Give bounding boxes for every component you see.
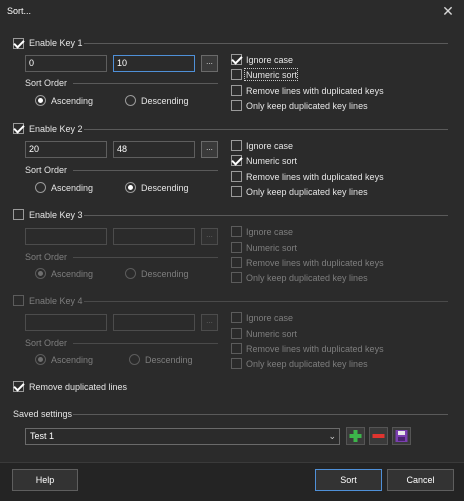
key1-start-field[interactable]: 0 [25,55,107,72]
key4-remove-dup-keys-checkbox[interactable] [231,343,242,354]
minus-icon [372,434,385,438]
key1-remove-dup-keys-label: Remove lines with duplicated keys [246,86,384,96]
key2-end-field[interactable]: 48 [113,141,195,158]
key1-only-dup-keys-label: Only keep duplicated key lines [246,101,368,111]
key3-browse-button[interactable]: ... [201,228,218,245]
key4-numeric-sort-checkbox[interactable] [231,328,242,339]
key4-sort-order-label: Sort Order [25,338,68,348]
key1-ascending-label: Ascending [51,96,94,106]
help-button[interactable]: Help [12,469,78,491]
key2-only-dup-keys-checkbox[interactable] [231,186,242,197]
key3-only-dup-keys-label: Only keep duplicated key lines [246,273,368,283]
enable-key1-label: Enable Key 1 [29,38,83,48]
enable-key1-checkbox[interactable] [13,38,24,49]
key2-sort-order-divider [73,170,218,171]
key1-ignore-case-label: Ignore case [246,55,294,65]
key1-end-field[interactable]: 10 [113,55,195,72]
key3-remove-dup-keys-checkbox[interactable] [231,257,242,268]
key2-descending-label: Descending [141,183,189,193]
title-bar [0,0,464,24]
key1-remove-dup-keys-checkbox[interactable] [231,85,242,96]
plus-icon [349,430,362,442]
key1-divider [84,43,448,44]
key3-only-dup-keys-checkbox[interactable] [231,272,242,283]
key4-ignore-case-checkbox[interactable] [231,312,242,323]
key1-ascending-radio[interactable] [35,95,46,106]
key2-browse-button[interactable]: ... [201,141,218,158]
key1-browse-button[interactable]: ... [201,55,218,72]
enable-key3-checkbox[interactable] [13,209,24,220]
key2-divider [84,129,448,130]
enable-key2-checkbox[interactable] [13,123,24,134]
key2-ascending-label: Ascending [51,183,94,193]
key1-sort-order-divider [73,83,218,84]
key3-ignore-case-checkbox[interactable] [231,226,242,237]
chevron-down-icon: ⌄ [328,431,336,441]
key2-ignore-case-checkbox[interactable] [231,140,242,151]
saved-settings-selected: Test 1 [30,431,55,441]
key2-ascending-radio[interactable] [35,182,46,193]
key2-remove-dup-keys-checkbox[interactable] [231,171,242,182]
saved-settings-label: Saved settings [13,409,73,419]
key1-sort-order-label: Sort Order [25,78,68,88]
remove-duplicated-lines-checkbox[interactable] [13,381,24,392]
key4-descending-label: Descending [145,355,193,365]
key4-sort-order-divider [73,343,218,344]
key2-only-dup-keys-label: Only keep duplicated key lines [246,187,368,197]
key1-descending-label: Descending [141,96,189,106]
floppy-disk-icon [395,430,408,442]
cancel-button[interactable]: Cancel [387,469,454,491]
saved-settings-dropdown[interactable]: Test 1 ⌄ [25,428,340,445]
key4-only-dup-keys-label: Only keep duplicated key lines [246,359,368,369]
key3-divider [84,215,448,216]
save-setting-button[interactable] [392,427,411,445]
key4-start-field[interactable] [25,314,107,331]
enable-key4-label: Enable Key 4 [29,296,83,306]
close-icon[interactable]: ✕ [441,4,455,18]
key1-descending-radio[interactable] [125,95,136,106]
enable-key4-checkbox[interactable] [13,295,24,306]
key3-sort-order-label: Sort Order [25,252,68,262]
key3-descending-radio[interactable] [125,268,136,279]
key4-ascending-radio[interactable] [35,354,46,365]
key3-sort-order-divider [73,257,218,258]
key2-ignore-case-label: Ignore case [246,141,294,151]
key4-remove-dup-keys-label: Remove lines with duplicated keys [246,344,384,354]
remove-duplicated-lines-label: Remove duplicated lines [29,382,128,392]
key4-browse-button[interactable]: ... [201,314,218,331]
key2-numeric-sort-checkbox[interactable] [231,155,242,166]
key2-remove-dup-keys-label: Remove lines with duplicated keys [246,172,384,182]
key1-only-dup-keys-checkbox[interactable] [231,100,242,111]
window-title: Sort... [7,6,32,16]
key1-numeric-sort-checkbox[interactable] [231,69,242,80]
enable-key3-label: Enable Key 3 [29,210,83,220]
key4-end-field[interactable] [113,314,195,331]
key3-descending-label: Descending [141,269,189,279]
key1-numeric-sort-label: Numeric sort [246,70,298,80]
key4-descending-radio[interactable] [129,354,140,365]
key1-ignore-case-checkbox[interactable] [231,54,242,65]
key4-divider [84,301,448,302]
key4-only-dup-keys-checkbox[interactable] [231,358,242,369]
key3-numeric-sort-checkbox[interactable] [231,242,242,253]
add-setting-button[interactable] [346,427,365,445]
enable-key2-label: Enable Key 2 [29,124,83,134]
key3-ascending-label: Ascending [51,269,94,279]
key2-numeric-sort-label: Numeric sort [246,156,298,166]
key2-start-field[interactable]: 20 [25,141,107,158]
key2-descending-radio[interactable] [125,182,136,193]
remove-setting-button[interactable] [369,427,388,445]
key4-numeric-sort-label: Numeric sort [246,329,298,339]
key3-end-field[interactable] [113,228,195,245]
key4-ignore-case-label: Ignore case [246,313,294,323]
saved-settings-divider [73,414,448,415]
sort-button[interactable]: Sort [315,469,382,491]
key3-remove-dup-keys-label: Remove lines with duplicated keys [246,258,384,268]
key2-sort-order-label: Sort Order [25,165,68,175]
key3-ascending-radio[interactable] [35,268,46,279]
key3-ignore-case-label: Ignore case [246,227,294,237]
key3-numeric-sort-label: Numeric sort [246,243,298,253]
key4-ascending-label: Ascending [51,355,94,365]
key3-start-field[interactable] [25,228,107,245]
